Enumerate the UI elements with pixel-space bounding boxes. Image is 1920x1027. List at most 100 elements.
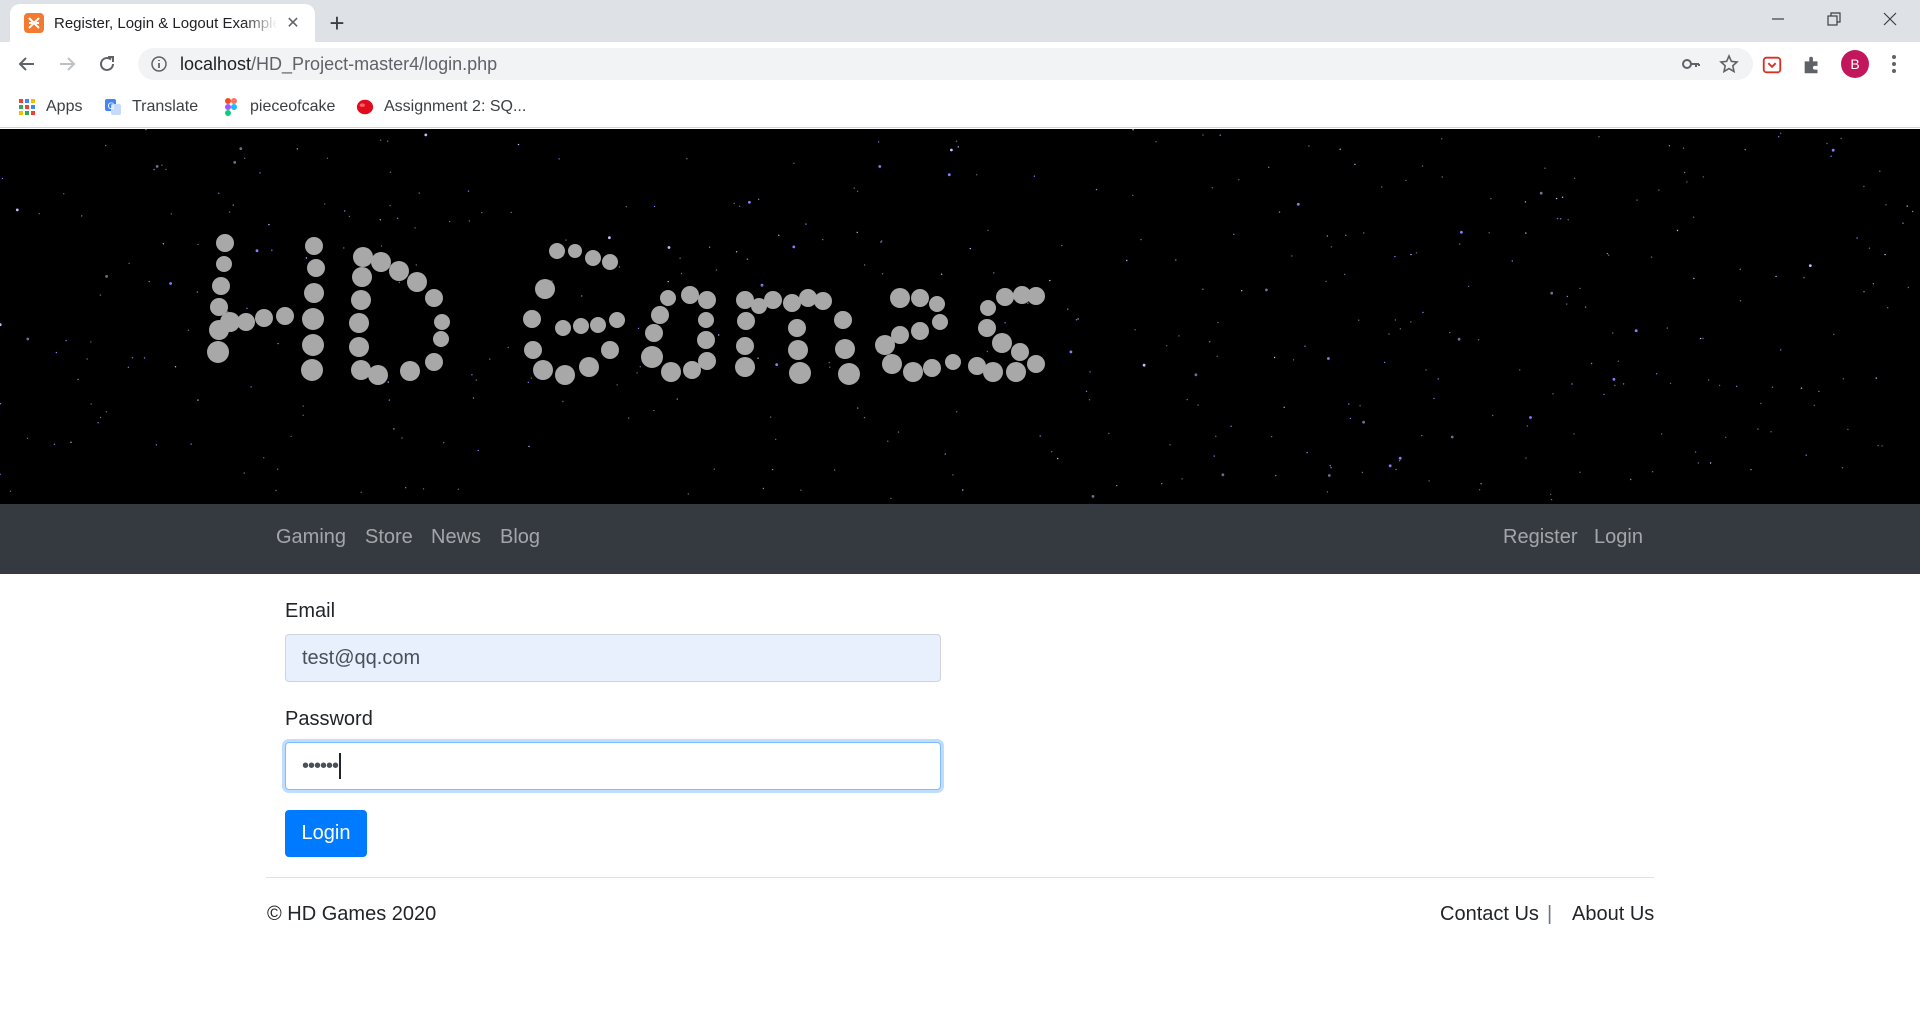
star <box>1579 287 1581 290</box>
star <box>1202 288 1204 290</box>
star <box>239 147 243 150</box>
star <box>1209 341 1211 343</box>
star <box>1292 359 1295 361</box>
browser-tab[interactable]: Register, Login & Logout Example ✕ <box>10 4 315 42</box>
star <box>1744 148 1746 151</box>
restore-icon[interactable] <box>1806 0 1862 38</box>
star <box>127 366 130 368</box>
star <box>1780 349 1782 351</box>
star <box>993 272 995 274</box>
star <box>104 144 107 147</box>
star <box>1598 136 1600 138</box>
star <box>1421 434 1423 437</box>
bookmark-assignment[interactable]: Assignment 2: SQ... <box>356 95 526 119</box>
star <box>887 440 889 442</box>
star <box>1325 280 1327 283</box>
login-submit-button[interactable]: Login <box>285 810 367 857</box>
star <box>1556 217 1559 220</box>
star <box>1088 399 1091 401</box>
logo-dot <box>434 314 450 330</box>
bookmark-translate[interactable]: G Translate <box>104 95 198 119</box>
star <box>1808 264 1812 267</box>
star <box>757 198 760 200</box>
extensions-puzzle-icon[interactable] <box>1800 53 1824 77</box>
logo-dot <box>549 243 565 259</box>
close-tab-icon[interactable]: ✕ <box>283 13 303 33</box>
key-icon[interactable] <box>1681 54 1701 74</box>
star <box>686 158 688 160</box>
star <box>1666 327 1669 329</box>
browser-menu-icon[interactable] <box>1884 52 1904 76</box>
star <box>1907 286 1910 289</box>
star <box>414 227 416 229</box>
back-arrow-icon[interactable] <box>12 49 42 79</box>
address-bar[interactable]: localhost/HD_Project-master4/login.php <box>138 48 1753 80</box>
star <box>1524 201 1527 203</box>
star <box>713 468 715 470</box>
contact-us-link[interactable]: Contact Us <box>1440 903 1539 926</box>
star <box>86 358 88 360</box>
star <box>1550 493 1552 496</box>
star <box>1394 319 1397 321</box>
star <box>250 386 252 388</box>
nav-link-store[interactable]: Store <box>365 526 413 549</box>
star <box>558 158 560 160</box>
star <box>1830 155 1832 157</box>
star <box>1840 137 1842 140</box>
new-tab-icon[interactable]: + <box>322 8 352 38</box>
logo-dot <box>585 250 601 266</box>
nav-link-blog[interactable]: Blog <box>500 526 540 549</box>
nav-link-login[interactable]: Login <box>1594 526 1643 549</box>
star <box>1194 373 1198 377</box>
star <box>679 257 681 259</box>
star <box>1686 181 1688 183</box>
reload-icon[interactable] <box>92 49 122 79</box>
logo-dot <box>911 289 929 307</box>
star <box>1161 483 1163 485</box>
bookmark-star-icon[interactable] <box>1719 54 1739 74</box>
star <box>1574 177 1576 179</box>
nav-link-news[interactable]: News <box>431 526 481 549</box>
minimize-icon[interactable] <box>1750 0 1806 38</box>
star <box>1566 295 1569 298</box>
star <box>401 437 403 439</box>
star <box>957 146 959 148</box>
bookmarks-bar: Apps G Translate pieceofcake Assignment … <box>0 86 1920 128</box>
star <box>1725 436 1727 438</box>
star <box>510 211 512 214</box>
pocket-extension-icon[interactable] <box>1760 53 1784 77</box>
star <box>1457 337 1461 341</box>
bookmark-pieceofcake[interactable]: pieceofcake <box>222 95 335 119</box>
star <box>1422 311 1424 314</box>
star <box>1692 216 1695 218</box>
logo-dot <box>799 289 817 307</box>
star <box>81 215 83 217</box>
star <box>475 379 477 381</box>
star <box>1134 329 1136 331</box>
star <box>481 211 483 214</box>
star <box>1361 471 1364 474</box>
close-window-icon[interactable] <box>1862 0 1918 38</box>
site-info-icon[interactable] <box>150 55 168 73</box>
star <box>1608 254 1610 256</box>
profile-avatar[interactable]: B <box>1841 50 1869 78</box>
forward-arrow-icon[interactable] <box>52 49 82 79</box>
star <box>687 493 689 495</box>
star <box>153 168 155 171</box>
star <box>757 357 759 359</box>
nav-link-gaming[interactable]: Gaming <box>276 526 346 549</box>
password-field[interactable]: •••••• <box>285 742 941 790</box>
nav-link-register[interactable]: Register <box>1503 526 1577 549</box>
star <box>1383 361 1386 364</box>
email-field[interactable]: test@qq.com <box>285 634 941 682</box>
star <box>1885 204 1887 206</box>
xampp-favicon-icon <box>24 13 44 33</box>
star <box>1902 222 1904 224</box>
logo-dot <box>789 362 811 384</box>
star <box>940 273 943 275</box>
logo-dot <box>983 362 1003 382</box>
logo-dot <box>698 312 714 328</box>
star <box>1529 416 1532 419</box>
bookmark-apps[interactable]: Apps <box>18 95 82 119</box>
about-us-link[interactable]: About Us <box>1572 903 1654 926</box>
